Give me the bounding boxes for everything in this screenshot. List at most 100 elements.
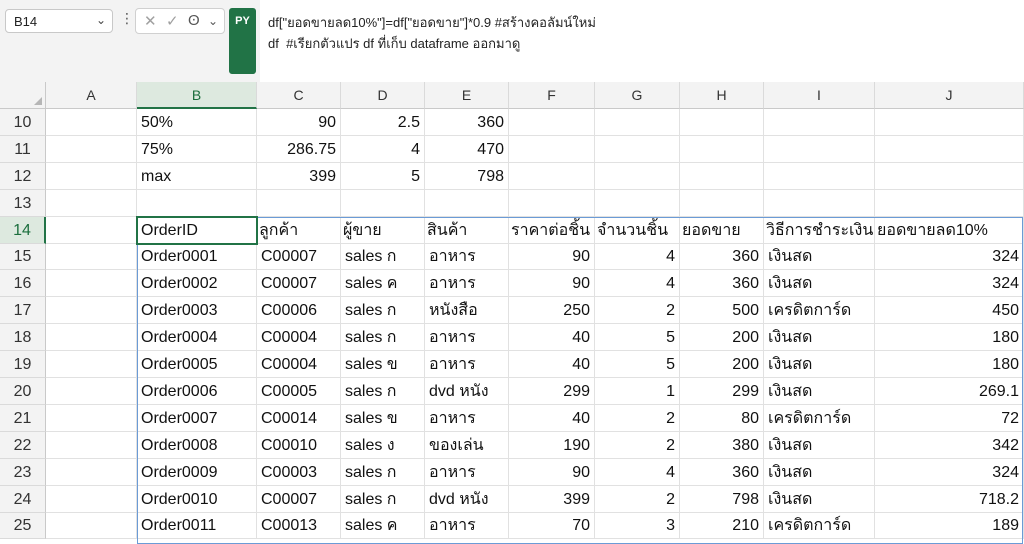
cell-g12[interactable]: [595, 163, 680, 190]
cell-i11[interactable]: [764, 136, 875, 163]
cell-d19[interactable]: sales ข: [341, 351, 425, 378]
cell-j18[interactable]: 180: [875, 324, 1024, 351]
name-box[interactable]: B14 ⌄: [5, 9, 113, 33]
cell-j24[interactable]: 718.2: [875, 486, 1024, 513]
cell-b18[interactable]: Order0004: [137, 324, 257, 351]
formula-input[interactable]: df["ยอดขายลด10%"]=df["ยอดขาย"]*0.9 #สร้า…: [260, 0, 1024, 82]
row-header-24[interactable]: 24: [0, 486, 46, 513]
row-header-20[interactable]: 20: [0, 378, 46, 405]
row-header-16[interactable]: 16: [0, 270, 46, 297]
cell-f23[interactable]: 90: [509, 459, 595, 486]
cell-j21[interactable]: 72: [875, 405, 1024, 432]
cell-h18[interactable]: 200: [680, 324, 764, 351]
cell-e17[interactable]: หนังสือ: [425, 297, 509, 324]
cell-d25[interactable]: sales ค: [341, 513, 425, 539]
cell-j16[interactable]: 324: [875, 270, 1024, 297]
row-header-15[interactable]: 15: [0, 244, 46, 270]
cell-a24[interactable]: [46, 486, 137, 513]
cell-d11[interactable]: 4: [341, 136, 425, 163]
cell-g10[interactable]: [595, 109, 680, 136]
cell-b13[interactable]: [137, 190, 257, 217]
row-header-25[interactable]: 25: [0, 513, 46, 539]
cell-h13[interactable]: [680, 190, 764, 217]
cell-i17[interactable]: เครดิตการ์ด: [764, 297, 875, 324]
cell-h15[interactable]: 360: [680, 244, 764, 270]
cell-g24[interactable]: 2: [595, 486, 680, 513]
cell-h20[interactable]: 299: [680, 378, 764, 405]
cell-h21[interactable]: 80: [680, 405, 764, 432]
cell-i12[interactable]: [764, 163, 875, 190]
row-header-19[interactable]: 19: [0, 351, 46, 378]
cell-a20[interactable]: [46, 378, 137, 405]
cell-a13[interactable]: [46, 190, 137, 217]
cell-c18[interactable]: C00004: [257, 324, 341, 351]
column-header-i[interactable]: I: [764, 82, 875, 109]
cell-a23[interactable]: [46, 459, 137, 486]
cell-h19[interactable]: 200: [680, 351, 764, 378]
cell-i18[interactable]: เงินสด: [764, 324, 875, 351]
cell-h22[interactable]: 380: [680, 432, 764, 459]
cell-a17[interactable]: [46, 297, 137, 324]
cell-a19[interactable]: [46, 351, 137, 378]
cell-h24[interactable]: 798: [680, 486, 764, 513]
more-options-icon[interactable]: ⋮: [120, 10, 134, 27]
cell-a25[interactable]: [46, 513, 137, 539]
cell-i15[interactable]: เงินสด: [764, 244, 875, 270]
cell-d15[interactable]: sales ก: [341, 244, 425, 270]
cell-c10[interactable]: 90: [257, 109, 341, 136]
cell-c12[interactable]: 399: [257, 163, 341, 190]
cell-g14[interactable]: จำนวนชิ้น: [595, 217, 680, 244]
cell-e18[interactable]: อาหาร: [425, 324, 509, 351]
cell-c19[interactable]: C00004: [257, 351, 341, 378]
cell-b12[interactable]: max: [137, 163, 257, 190]
cell-j23[interactable]: 324: [875, 459, 1024, 486]
cell-c25[interactable]: C00013: [257, 513, 341, 539]
cell-f10[interactable]: [509, 109, 595, 136]
row-header-12[interactable]: 12: [0, 163, 46, 190]
cell-i21[interactable]: เครดิตการ์ด: [764, 405, 875, 432]
cell-g18[interactable]: 5: [595, 324, 680, 351]
cell-f15[interactable]: 90: [509, 244, 595, 270]
cell-j25[interactable]: 189: [875, 513, 1024, 539]
cell-b11[interactable]: 75%: [137, 136, 257, 163]
cell-e21[interactable]: อาหาร: [425, 405, 509, 432]
column-header-h[interactable]: H: [680, 82, 764, 109]
cell-h11[interactable]: [680, 136, 764, 163]
column-header-a[interactable]: A: [46, 82, 137, 109]
cell-f25[interactable]: 70: [509, 513, 595, 539]
cell-d24[interactable]: sales ก: [341, 486, 425, 513]
cell-j22[interactable]: 342: [875, 432, 1024, 459]
row-header-13[interactable]: 13: [0, 190, 46, 217]
cell-j14[interactable]: ยอดขายลด10%: [875, 217, 1024, 244]
cell-e10[interactable]: 360: [425, 109, 509, 136]
cell-g22[interactable]: 2: [595, 432, 680, 459]
cell-j17[interactable]: 450: [875, 297, 1024, 324]
cell-i16[interactable]: เงินสด: [764, 270, 875, 297]
cell-h23[interactable]: 360: [680, 459, 764, 486]
cell-d13[interactable]: [341, 190, 425, 217]
cell-b22[interactable]: Order0008: [137, 432, 257, 459]
cell-e24[interactable]: dvd หนัง: [425, 486, 509, 513]
column-header-c[interactable]: C: [257, 82, 341, 109]
cell-d12[interactable]: 5: [341, 163, 425, 190]
cell-c14[interactable]: ลูกค้า: [257, 217, 341, 244]
cell-a22[interactable]: [46, 432, 137, 459]
row-header-11[interactable]: 11: [0, 136, 46, 163]
cell-h14[interactable]: ยอดขาย: [680, 217, 764, 244]
cell-b17[interactable]: Order0003: [137, 297, 257, 324]
row-header-23[interactable]: 23: [0, 459, 46, 486]
cell-e12[interactable]: 798: [425, 163, 509, 190]
cell-a14[interactable]: [46, 217, 137, 244]
cell-e20[interactable]: dvd หนัง: [425, 378, 509, 405]
cell-d14[interactable]: ผู้ขาย: [341, 217, 425, 244]
row-header-14[interactable]: 14: [0, 217, 46, 244]
cell-i24[interactable]: เงินสด: [764, 486, 875, 513]
cell-h16[interactable]: 360: [680, 270, 764, 297]
cell-a12[interactable]: [46, 163, 137, 190]
cell-b25[interactable]: Order0011: [137, 513, 257, 539]
cell-f21[interactable]: 40: [509, 405, 595, 432]
column-header-g[interactable]: G: [595, 82, 680, 109]
cell-d22[interactable]: sales ง: [341, 432, 425, 459]
cell-b23[interactable]: Order0009: [137, 459, 257, 486]
select-all-corner[interactable]: [0, 82, 46, 109]
